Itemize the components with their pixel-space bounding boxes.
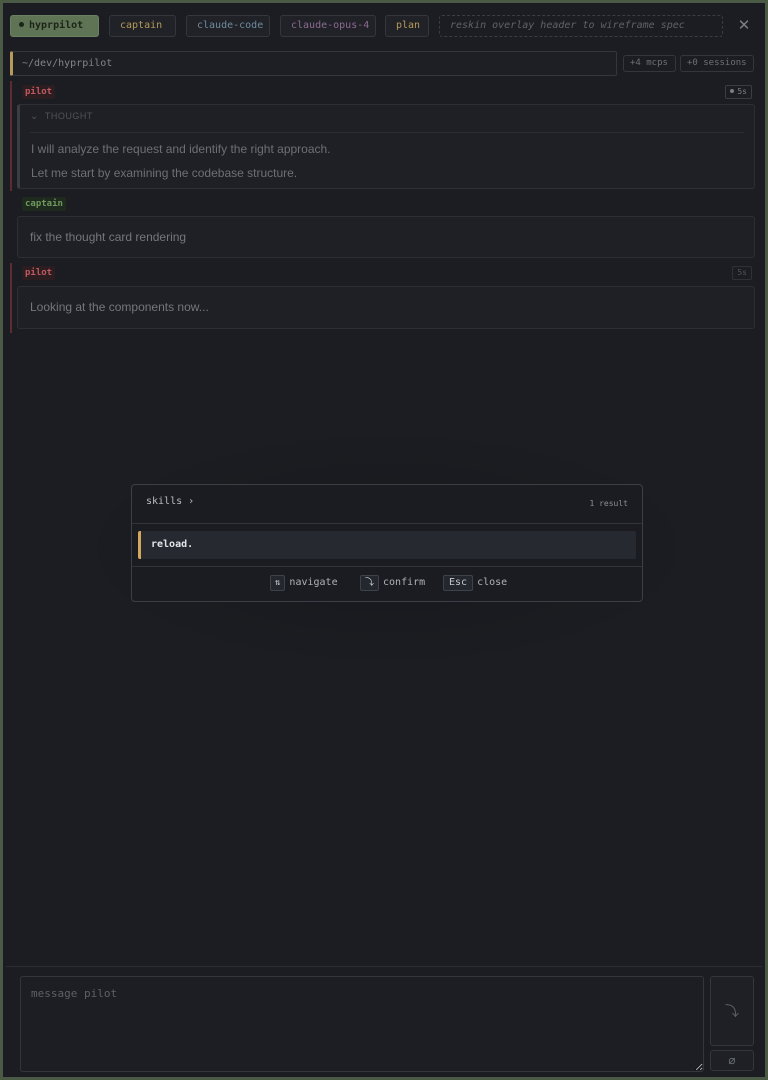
divider bbox=[30, 132, 744, 133]
transcript-turn-captain: captain fix the thought card rendering bbox=[10, 193, 755, 261]
enter-key-icon: ⤵ bbox=[360, 575, 380, 591]
model-chip[interactable]: claude-opus-4 bbox=[280, 15, 376, 37]
attach-button[interactable]: ⌀ bbox=[710, 1050, 754, 1071]
task-title[interactable]: reskin overlay header to wireframe spec bbox=[439, 15, 723, 37]
hint-navigate: ⇅ navigate bbox=[270, 575, 338, 591]
hint-label: navigate bbox=[289, 577, 338, 588]
hint-label: confirm bbox=[383, 577, 426, 588]
app-chip[interactable]: hyprpilot bbox=[10, 15, 99, 37]
thought-header[interactable]: ⌄ THOUGHT bbox=[30, 111, 93, 122]
overlay-header: hyprpilot captain claude-code claude-opu… bbox=[7, 11, 763, 41]
live-dot-icon bbox=[730, 89, 735, 93]
result-count: 1 result bbox=[589, 499, 628, 508]
hint-confirm: ⤵ confirm bbox=[360, 575, 425, 591]
thought-label: THOUGHT bbox=[44, 111, 93, 121]
app-window: hyprpilot captain claude-code claude-opu… bbox=[0, 0, 768, 1080]
captain-chip[interactable]: captain bbox=[109, 15, 176, 37]
divider bbox=[132, 566, 642, 567]
transcript-turn-pilot: pilot 5s Looking at the components now..… bbox=[10, 263, 755, 333]
chevron-right-icon: › bbox=[188, 496, 195, 507]
chevron-down-icon: ⌄ bbox=[30, 111, 39, 122]
message-text: fix the thought card rendering bbox=[30, 230, 187, 244]
thought-line: Let me start by examining the codebase s… bbox=[31, 166, 298, 180]
message-text: Looking at the components now... bbox=[30, 300, 209, 314]
message-card: Looking at the components now... bbox=[17, 286, 755, 329]
thought-line: I will analyze the request and identify … bbox=[31, 142, 331, 156]
send-icon: ⤵ bbox=[725, 1003, 739, 1019]
divider bbox=[6, 966, 762, 967]
send-button[interactable]: ⤵ bbox=[710, 976, 754, 1046]
time-badge: 5s bbox=[732, 266, 752, 280]
message-input[interactable] bbox=[20, 976, 704, 1072]
palette-title: skills › bbox=[146, 496, 194, 507]
time-label: 5s bbox=[737, 87, 747, 96]
divider bbox=[132, 523, 642, 524]
transcript-turn-pilot: pilot 5s ⌄ THOUGHT I will analyze the req… bbox=[10, 81, 755, 191]
mode-chip[interactable]: plan bbox=[385, 15, 429, 37]
hint-close: Esc close bbox=[443, 575, 507, 591]
cwd-path: ~/dev/hyprpilot bbox=[10, 51, 617, 76]
status-dot-icon bbox=[19, 22, 24, 27]
role-label: captain bbox=[22, 197, 66, 211]
mcps-badge[interactable]: +4 mcps bbox=[623, 55, 676, 72]
app-chip-label: hyprpilot bbox=[29, 20, 84, 31]
hint-label: close bbox=[477, 577, 508, 588]
palette-title-label: skills bbox=[146, 496, 183, 507]
palette-result-item[interactable]: reload. bbox=[138, 531, 636, 559]
thought-card[interactable]: ⌄ THOUGHT I will analyze the request and … bbox=[17, 104, 755, 189]
message-card: fix the thought card rendering bbox=[17, 216, 755, 258]
role-label: pilot bbox=[22, 85, 56, 99]
time-badge: 5s bbox=[725, 85, 752, 99]
esc-key-icon: Esc bbox=[443, 575, 474, 591]
close-icon[interactable]: ✕ bbox=[735, 15, 753, 37]
sessions-badge[interactable]: +0 sessions bbox=[680, 55, 754, 72]
paperclip-icon: ⌀ bbox=[728, 1053, 736, 1067]
skills-palette: skills › 1 result reload. ⇅ navigate ⤵ conf… bbox=[131, 484, 643, 602]
role-label: pilot bbox=[22, 266, 56, 280]
agent-chip[interactable]: claude-code bbox=[186, 15, 270, 37]
navigate-key-icon: ⇅ bbox=[270, 575, 286, 591]
